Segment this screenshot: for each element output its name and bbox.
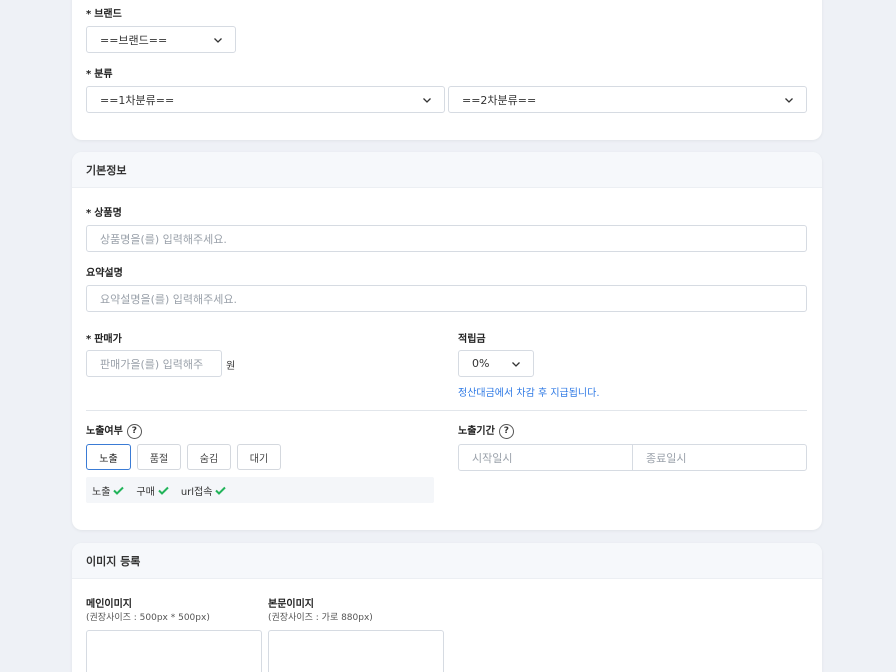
exposure-show-button[interactable]: 노출 — [86, 444, 131, 470]
category-label: * 분류 — [86, 69, 113, 80]
price-input[interactable]: 판매가을(를) 입력해주 — [86, 350, 222, 377]
period-end-input[interactable]: 종료일시 — [632, 444, 807, 471]
summary-label: 요약설명 — [86, 268, 123, 279]
chevron-down-icon — [512, 362, 520, 367]
check-icon — [158, 486, 169, 495]
points-select[interactable]: 0% — [458, 350, 534, 377]
exposure-hide-button[interactable]: 숨김 — [187, 444, 231, 470]
status-buy: 구매 — [136, 483, 169, 498]
product-name-label: * 상품명 — [86, 208, 122, 219]
chevron-down-icon — [214, 38, 222, 43]
check-icon — [113, 486, 125, 495]
image-card: 이미지 등록 메인이미지 (권장사이즈 : 500px * 500px) 본문이… — [72, 543, 822, 672]
exposure-wait-button[interactable]: 대기 — [237, 444, 281, 470]
brand-label: * 브랜드 — [86, 9, 122, 20]
main-image-note: (권장사이즈 : 500px * 500px) — [86, 613, 210, 623]
status-show: 노출 — [92, 483, 125, 498]
price-unit: 원 — [226, 361, 236, 372]
category-card: * 브랜드 ==브랜드== * 분류 ==1차분류== ==2차분류== — [72, 0, 822, 140]
product-name-input[interactable]: 상품명을(를) 입력해주세요. — [86, 225, 807, 252]
exposure-soldout-button[interactable]: 품절 — [137, 444, 181, 470]
main-image-upload[interactable] — [86, 630, 262, 672]
category-2-select[interactable]: ==2차분류== — [448, 86, 807, 113]
check-icon — [215, 486, 227, 495]
brand-select[interactable]: ==브랜드== — [86, 26, 236, 53]
points-note: 정산대금에서 차감 후 지급됩니다. — [458, 388, 600, 399]
chevron-down-icon — [423, 98, 431, 103]
basic-info-card: 기본정보 * 상품명 상품명을(를) 입력해주세요. 요약설명 요약설명을(를) … — [72, 152, 822, 530]
exposure-label: 노출여부? — [86, 422, 142, 439]
period-start-input[interactable]: 시작일시 — [458, 444, 633, 471]
main-image-label: 메인이미지 — [86, 599, 132, 610]
body-image-label: 본문이미지 — [268, 599, 314, 610]
image-header: 이미지 등록 — [72, 543, 822, 579]
basic-info-header: 기본정보 — [72, 152, 822, 188]
body-image-note: (권장사이즈 : 가로 880px) — [268, 613, 373, 623]
divider — [86, 410, 807, 411]
points-label: 적립금 — [458, 334, 486, 345]
exposure-status-bar: 노출 구매 url접속 — [86, 477, 434, 503]
category-1-select[interactable]: ==1차분류== — [86, 86, 445, 113]
status-url: url접속 — [181, 483, 227, 498]
body-image-upload[interactable] — [268, 630, 444, 672]
period-label: 노출기간? — [458, 422, 514, 439]
summary-input[interactable]: 요약설명을(를) 입력해주세요. — [86, 285, 807, 312]
price-label: * 판매가 — [86, 334, 122, 345]
chevron-down-icon — [785, 98, 793, 103]
question-circle-icon[interactable]: ? — [498, 423, 514, 439]
question-circle-icon[interactable]: ? — [126, 423, 142, 439]
